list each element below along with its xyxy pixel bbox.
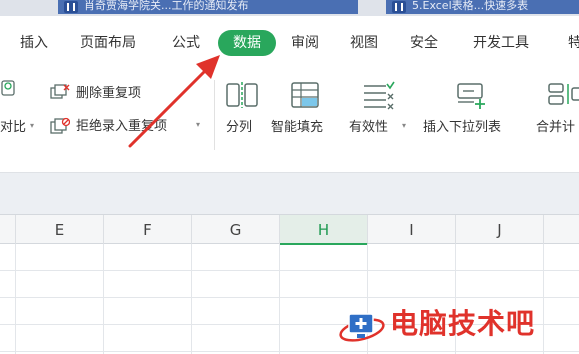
annotation-arrow-icon (128, 55, 220, 148)
computer-logo-icon (338, 308, 386, 346)
watermark-text: 电脑技术吧 (390, 307, 536, 340)
